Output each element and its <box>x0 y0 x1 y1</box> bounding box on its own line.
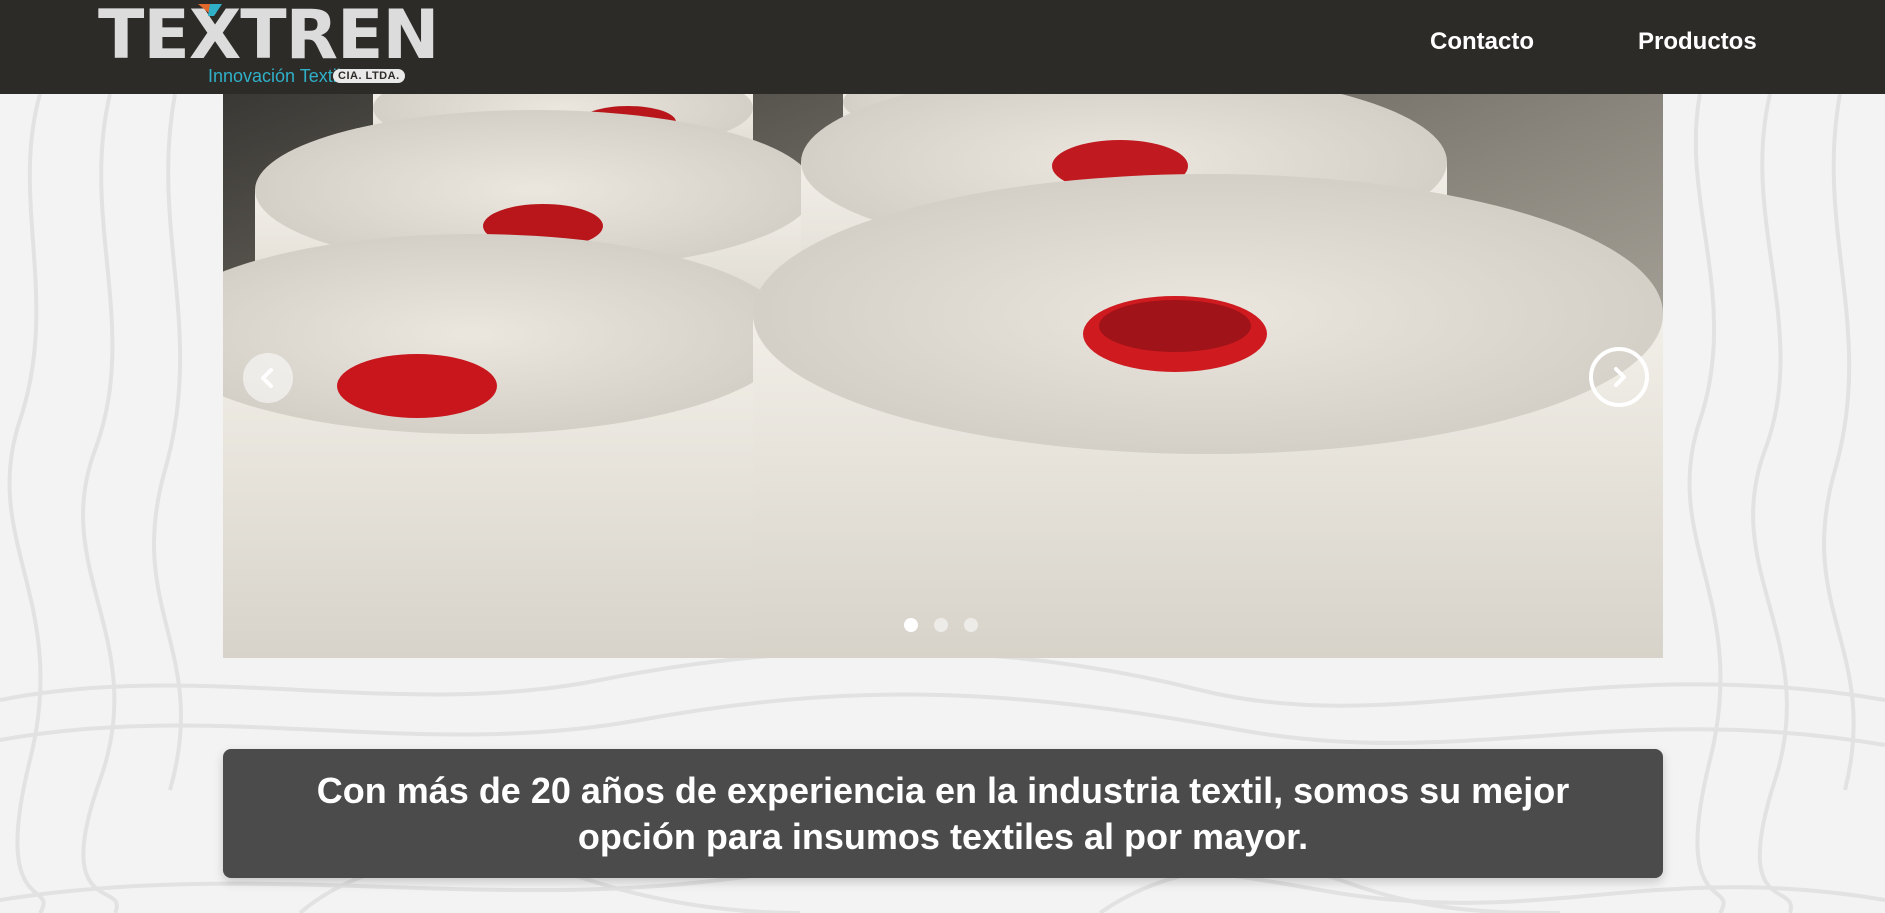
yarn-spools-slide-image <box>223 94 1663 658</box>
nav-productos-link[interactable]: Productos <box>1638 28 1757 56</box>
carousel-indicators <box>904 618 978 634</box>
logo-badge: CIA. LTDA. <box>333 69 405 83</box>
hero-carousel <box>223 94 1663 658</box>
carousel-indicator-2[interactable] <box>934 618 948 632</box>
site-header: TEXTREN Innovación Textil CIA. LTDA. Con… <box>0 0 1885 94</box>
chevron-right-icon <box>1614 367 1626 387</box>
logo-tagline: Innovación Textil <box>208 66 341 86</box>
carousel-indicator-3[interactable] <box>964 618 978 632</box>
logo-x-accent-icon <box>198 4 222 16</box>
chevron-left-icon <box>261 368 273 388</box>
carousel-next-button[interactable] <box>1589 347 1649 407</box>
nav-contacto-link[interactable]: Contacto <box>1430 28 1534 56</box>
intro-banner: Con más de 20 años de experiencia en la … <box>223 749 1663 878</box>
intro-text: Con más de 20 años de experiencia en la … <box>316 769 1570 857</box>
textren-logo[interactable]: TEXTREN Innovación Textil CIA. LTDA. <box>98 2 448 88</box>
carousel-indicator-1[interactable] <box>904 618 918 632</box>
carousel-prev-button[interactable] <box>243 353 293 403</box>
logo-wordmark: TEXTREN <box>98 0 439 75</box>
